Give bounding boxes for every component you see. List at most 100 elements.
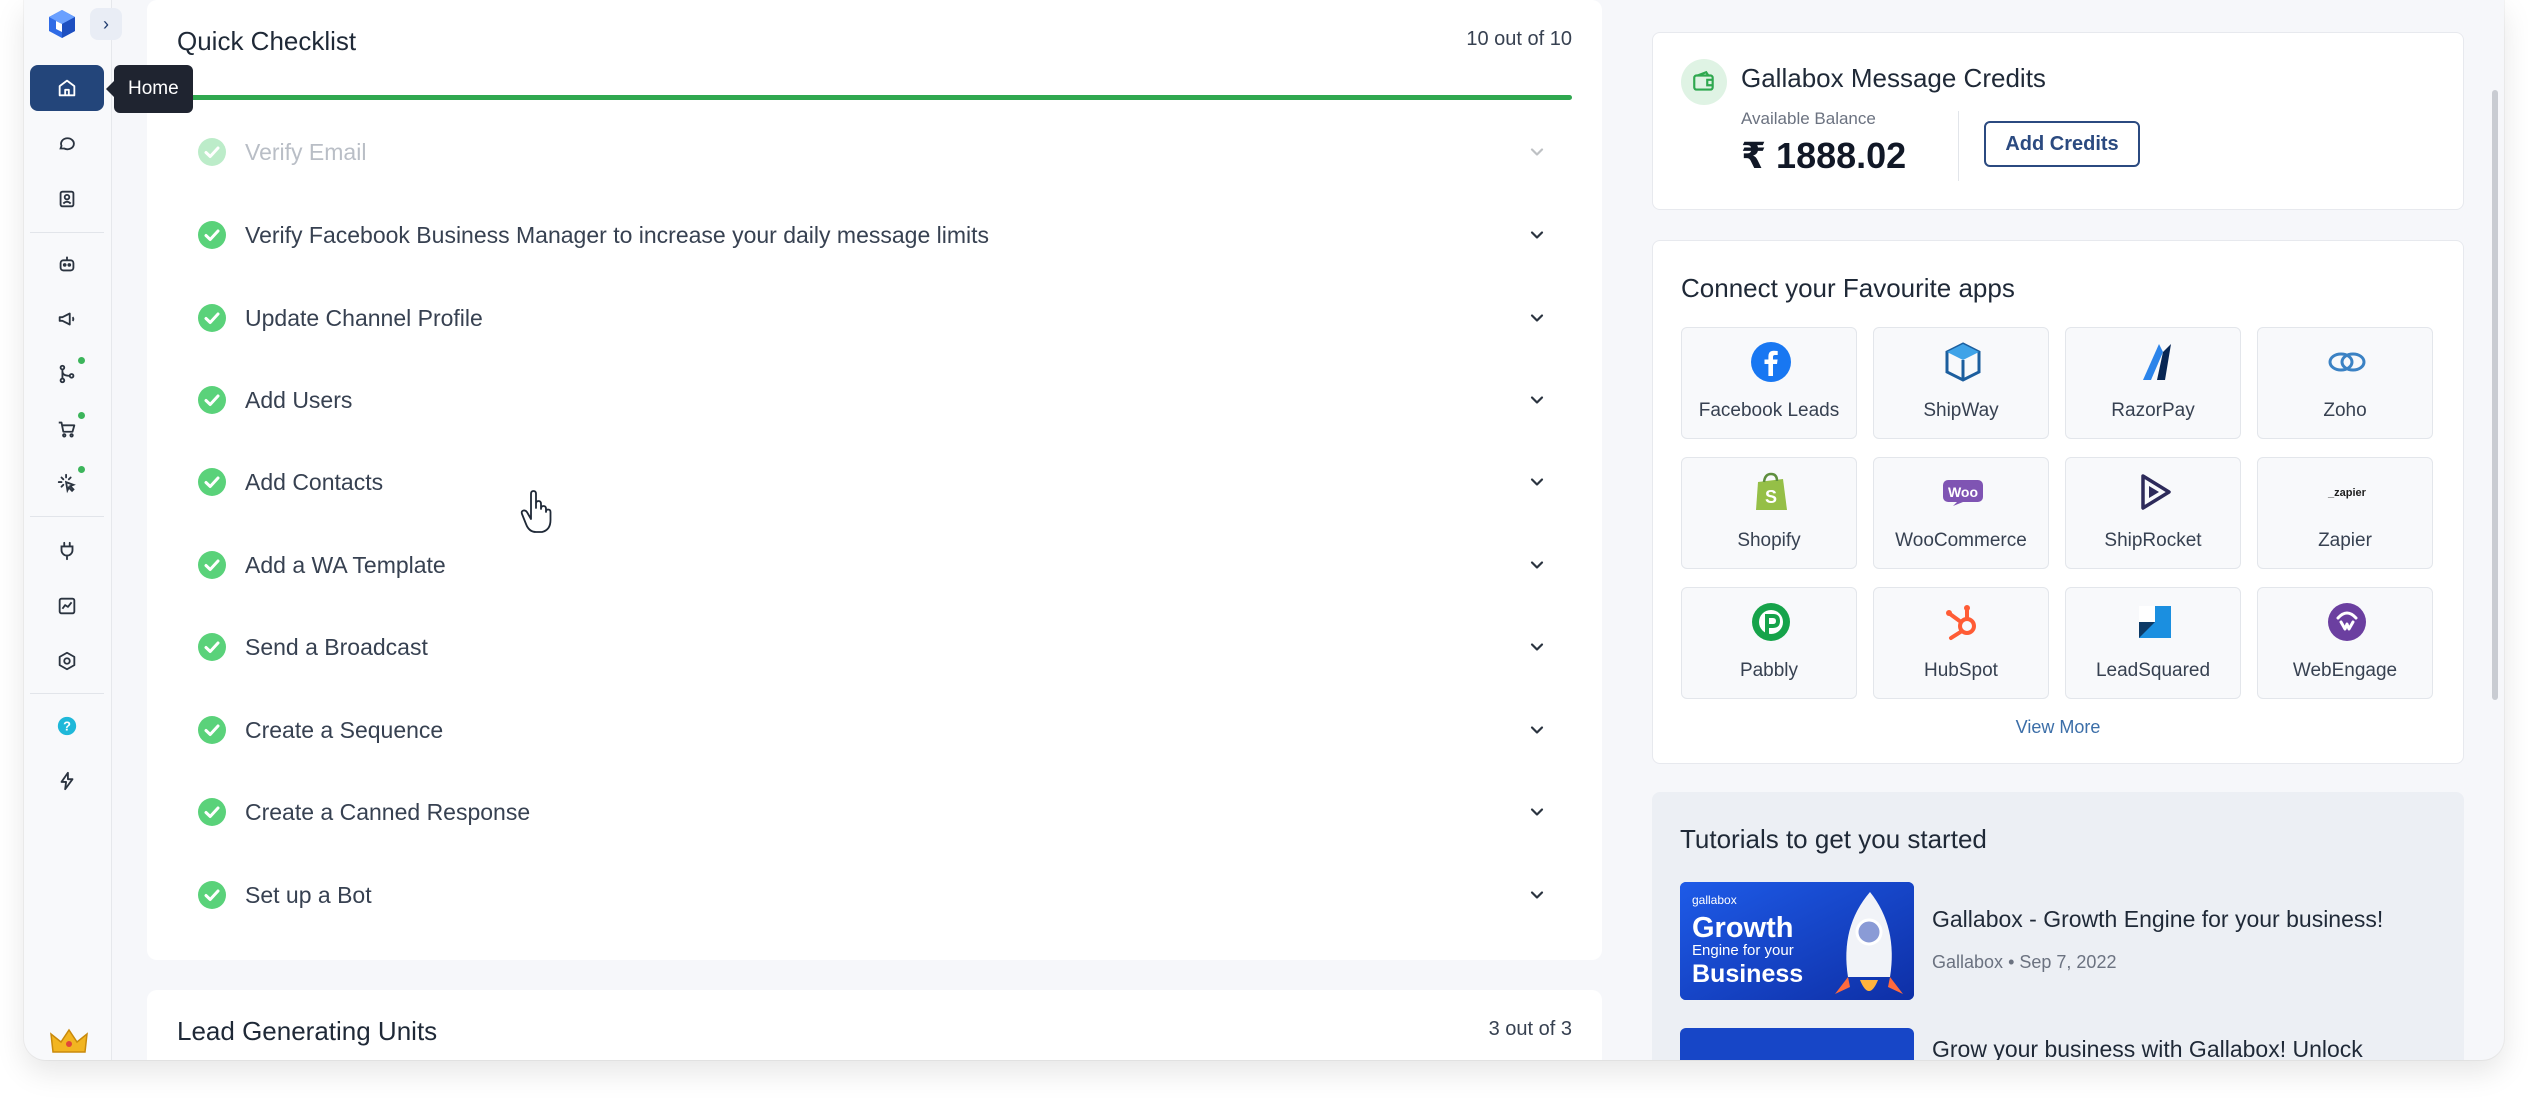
sidebar-item-contacts[interactable] xyxy=(30,176,104,222)
sidebar-item-flows[interactable] xyxy=(30,351,104,397)
check-circle-icon xyxy=(198,468,226,496)
message-credits-card: Gallabox Message Credits Available Balan… xyxy=(1652,32,2464,210)
checklist-item-label: Set up a Bot xyxy=(245,881,372,908)
checklist-item[interactable]: Create a Sequence xyxy=(197,705,1547,755)
app-tile-pabbly[interactable]: Pabbly xyxy=(1681,587,1857,699)
checklist-item[interactable]: Update Channel Profile xyxy=(197,293,1547,343)
checklist-item[interactable]: Verify Facebook Business Manager to incr… xyxy=(197,210,1547,260)
zoho-icon xyxy=(2328,352,2366,372)
chevron-down-icon xyxy=(1530,148,1544,156)
checklist-item[interactable]: Create a Canned Response xyxy=(197,787,1547,837)
thumb-brand: gallabox xyxy=(1692,893,1737,907)
app-tile-hubspot[interactable]: HubSpot xyxy=(1873,587,2049,699)
sidebar-item-bots[interactable] xyxy=(30,241,104,287)
leadsquared-icon xyxy=(2139,606,2171,638)
view-more-link[interactable]: View More xyxy=(1653,717,2463,738)
app-tile-shiprocket[interactable]: ShipRocket xyxy=(2065,457,2241,569)
app-tile-facebook[interactable]: Facebook Leads xyxy=(1681,327,1857,439)
shiprocket-icon xyxy=(2141,474,2171,510)
check-circle-icon xyxy=(198,304,226,332)
tutorial-title[interactable]: Gallabox - Growth Engine for your busine… xyxy=(1932,906,2383,933)
flow-badge xyxy=(76,355,87,366)
bolt-icon xyxy=(60,771,74,791)
zapier-icon: _zapier xyxy=(2327,487,2367,499)
quick-checklist-card: Quick Checklist 10 out of 10 Verify Emai… xyxy=(147,0,1602,960)
sidebar-item-help[interactable]: ? xyxy=(30,703,104,749)
checklist-item-label: Add Users xyxy=(245,386,353,413)
app-tile-woocommerce[interactable]: Woo WooCommerce xyxy=(1873,457,2049,569)
svg-text:_zapier: _zapier xyxy=(2327,487,2367,499)
app-tile-leadsquared[interactable]: LeadSquared xyxy=(2065,587,2241,699)
app-name: Shopify xyxy=(1737,530,1801,551)
app-tile-zapier[interactable]: _zapier Zapier xyxy=(2257,457,2433,569)
apps-section-title: Connect your Favourite apps xyxy=(1681,273,2015,303)
checklist-item[interactable]: Verify Email xyxy=(197,127,1547,177)
sidebar-divider xyxy=(30,516,104,517)
app-tile-razorpay[interactable]: RazorPay xyxy=(2065,327,2241,439)
sidebar-item-analytics[interactable] xyxy=(30,583,104,629)
app-tile-shipway[interactable]: ShipWay xyxy=(1873,327,2049,439)
checklist-item[interactable]: Add Contacts xyxy=(197,457,1547,507)
tutorial-thumbnail[interactable] xyxy=(1680,1028,1914,1060)
gallabox-logo-icon[interactable] xyxy=(46,8,78,40)
checklist-item-label: Update Channel Profile xyxy=(245,304,483,331)
app-tile-shopify[interactable]: S Shopify xyxy=(1681,457,1857,569)
settings-icon xyxy=(58,651,76,671)
add-credits-button[interactable]: Add Credits xyxy=(1984,121,2140,167)
help-icon: ? xyxy=(57,716,77,736)
scrollbar[interactable] xyxy=(2492,90,2498,700)
checklist-item[interactable]: Add Users xyxy=(197,375,1547,425)
checklist-item[interactable]: Send a Broadcast xyxy=(197,622,1547,672)
app-name: Pabbly xyxy=(1739,660,1799,681)
app-tile-zoho[interactable]: Zoho xyxy=(2257,327,2433,439)
thumb-line2: Engine for your xyxy=(1692,942,1794,959)
sidebar-item-settings[interactable] xyxy=(30,638,104,684)
app-tile-webengage[interactable]: WebEngage xyxy=(2257,587,2433,699)
app-name: ShipWay xyxy=(1923,400,1999,421)
thumb-line1: Growth xyxy=(1692,912,1794,944)
sidebar-item-updates[interactable] xyxy=(30,758,104,804)
tutorial-title[interactable]: Grow your business with Gallabox! Unlock xyxy=(1932,1036,2363,1060)
svg-text:Woo: Woo xyxy=(1948,484,1978,500)
app-name: WebEngage xyxy=(2292,660,2398,681)
shipway-icon xyxy=(1945,342,1981,382)
sidebar-item-broadcast[interactable] xyxy=(30,296,104,342)
hand-cursor-icon xyxy=(520,490,552,533)
sidebar-item-integrations[interactable] xyxy=(30,528,104,574)
checklist-item-label: Send a Broadcast xyxy=(245,633,428,660)
checklist-item-label: Verify Email xyxy=(245,138,367,165)
tutorial-thumbnail[interactable]: gallabox Growth Engine for your Business xyxy=(1680,882,1914,1000)
checklist-item[interactable]: Add a WA Template xyxy=(197,540,1547,590)
lead-units-count: 3 out of 3 xyxy=(1488,1018,1572,1040)
chat-icon xyxy=(59,137,75,151)
clicks-badge xyxy=(76,464,87,475)
chevron-down-icon xyxy=(1530,231,1544,239)
check-circle-icon xyxy=(198,881,226,909)
chevron-right-icon: › xyxy=(103,13,109,34)
balance-label: Available Balance xyxy=(1741,109,1876,128)
shopify-icon: S xyxy=(1756,472,1787,510)
tutorials-card: Tutorials to get you started gallabox Gr… xyxy=(1652,792,2464,1060)
sidebar-item-chat[interactable] xyxy=(30,120,104,166)
thumb-line3: Business xyxy=(1692,960,1803,988)
cart-icon xyxy=(58,421,76,438)
sidebar-item-clicks[interactable] xyxy=(30,460,104,506)
svg-text:?: ? xyxy=(63,719,71,734)
app-name: LeadSquared xyxy=(2095,660,2211,681)
tutorial-author: Gallabox xyxy=(1932,952,2004,972)
sidebar-item-home[interactable] xyxy=(30,65,104,111)
contacts-icon xyxy=(59,190,75,208)
check-circle-icon xyxy=(198,633,226,661)
flow-icon xyxy=(59,364,75,384)
sidebar-item-commerce[interactable] xyxy=(30,406,104,452)
broadcast-icon xyxy=(58,312,75,326)
app-name: ShipRocket xyxy=(2104,530,2202,551)
check-circle-icon xyxy=(198,716,226,744)
checklist-item[interactable]: Set up a Bot xyxy=(197,870,1547,920)
crown-icon[interactable] xyxy=(50,1028,88,1054)
sidebar-expand-button[interactable]: › xyxy=(90,8,122,40)
check-circle-icon xyxy=(198,138,226,166)
analytics-icon xyxy=(58,597,76,615)
tooltip-home: Home xyxy=(106,65,193,113)
checklist-item-label: Verify Facebook Business Manager to incr… xyxy=(245,221,990,248)
